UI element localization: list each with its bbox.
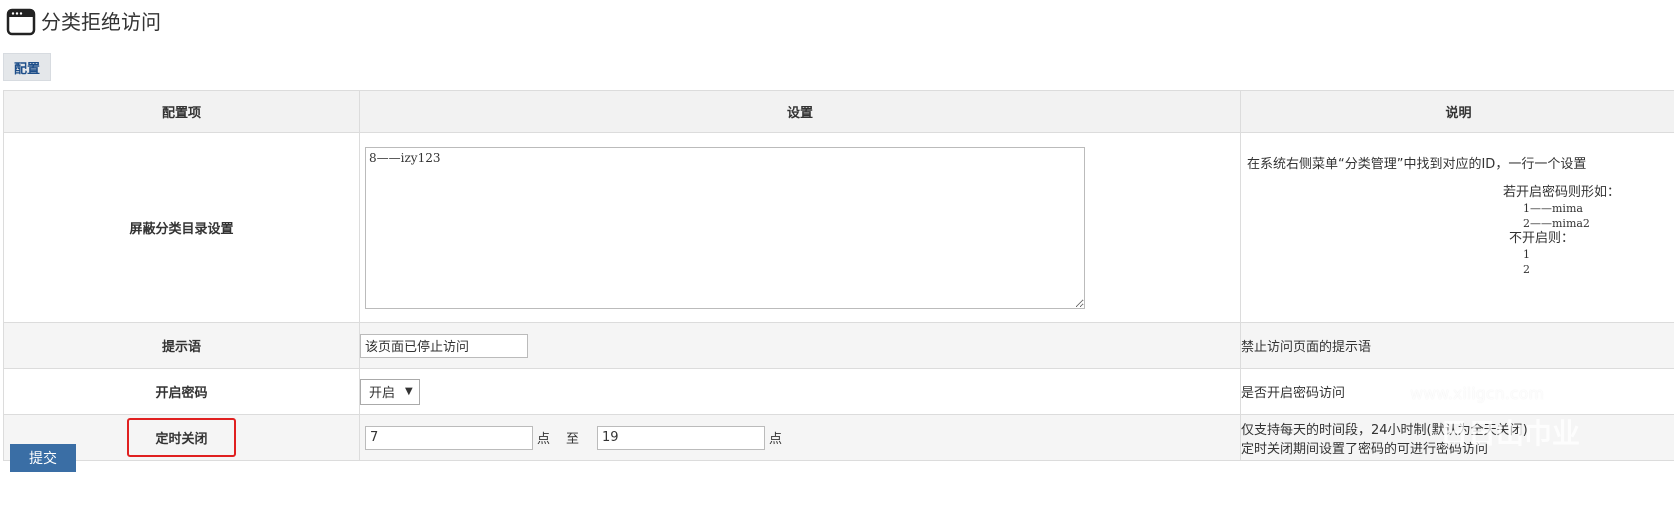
table-row-timer: 定时关闭 点 至 点 仅支持每天的时间段，24小时制(默认为全天关闭) 定时关闭…: [3, 414, 1674, 461]
prompt-label: 提示语: [3, 322, 360, 369]
timer-end-input[interactable]: [597, 425, 766, 450]
timer-separator: 至: [566, 432, 580, 447]
timer-end-unit: 点: [769, 432, 783, 447]
example-title-pw: 若开启密码则形如：: [1503, 185, 1621, 200]
dropdown-caret-icon: ▼: [405, 386, 413, 397]
watermark-url: www.xiiigcn.com: [1410, 384, 1545, 403]
tab-config[interactable]: 配置: [3, 53, 51, 81]
example-line: 1——mima: [1523, 202, 1583, 215]
header-setting: 设置: [359, 90, 1241, 133]
shield-setting-cell: 8——izy123: [359, 132, 1241, 323]
timer-start-input[interactable]: [365, 425, 533, 450]
timer-start-unit: 点: [537, 432, 551, 447]
watermark-text: 日日山巾业: [1440, 417, 1581, 450]
config-table: 配置项 设置 说明 屏蔽分类目录设置 8——izy123 在系统右侧菜单“分类管…: [3, 90, 1674, 461]
page-title: 分类拒绝访问: [41, 10, 161, 34]
password-select-value: 开启: [369, 386, 396, 401]
table-row-prompt: 提示语 禁止访问页面的提示语: [3, 322, 1674, 369]
example-title-nopw: 不开启则：: [1509, 231, 1575, 246]
timer-setting-cell: 点 至 点: [359, 414, 1241, 461]
header-description: 说明: [1240, 90, 1674, 133]
example-line: 2——mima2: [1523, 217, 1590, 230]
prompt-desc: 禁止访问页面的提示语: [1240, 322, 1674, 369]
submit-button[interactable]: 提交: [10, 444, 76, 472]
header-config-item: 配置项: [3, 90, 360, 133]
table-header-row: 配置项 设置 说明: [3, 90, 1674, 133]
shield-label: 屏蔽分类目录设置: [3, 132, 360, 323]
prompt-setting-cell: [359, 322, 1241, 369]
shield-rules-textarea[interactable]: 8——izy123: [365, 146, 1085, 309]
password-select[interactable]: 开启 ▼: [360, 378, 420, 405]
timer-label: 定时关闭: [127, 418, 236, 457]
example-line: 2: [1523, 263, 1530, 276]
browser-window-icon: [6, 8, 36, 36]
shield-example: 若开启密码则形如： 1——mima 2——mima2 不开启则： 1 2: [1503, 185, 1620, 277]
password-label: 开启密码: [3, 368, 360, 415]
table-row-shield: 屏蔽分类目录设置 8——izy123 在系统右侧菜单“分类管理”中找到对应的ID…: [3, 132, 1674, 323]
password-setting-cell: 开启 ▼: [359, 368, 1241, 415]
prompt-input[interactable]: [360, 333, 528, 358]
example-line: 1: [1523, 248, 1530, 261]
shield-desc: 在系统右侧菜单“分类管理”中找到对应的ID，一行一个设置: [1247, 157, 1587, 172]
page-header: 分类拒绝访问: [6, 6, 161, 38]
shield-desc-cell: 在系统右侧菜单“分类管理”中找到对应的ID，一行一个设置 若开启密码则形如： 1…: [1240, 132, 1674, 323]
